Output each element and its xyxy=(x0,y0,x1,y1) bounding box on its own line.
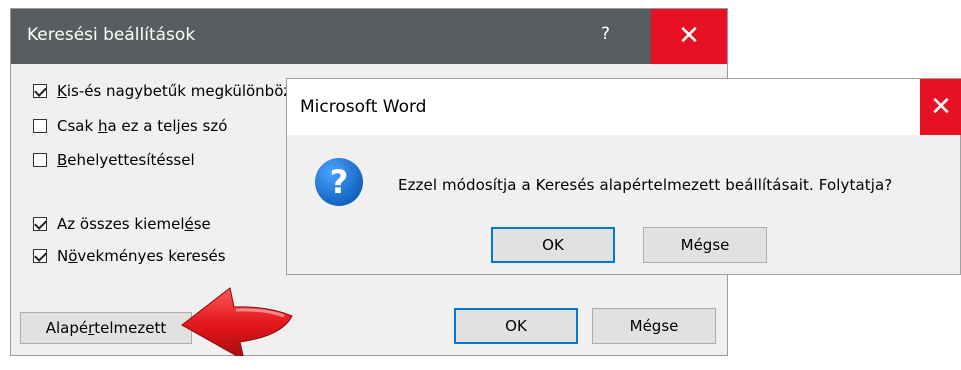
option-label: Növekményes keresés xyxy=(57,247,226,265)
incremental-search-checkbox[interactable] xyxy=(33,249,47,263)
option-label: Behelyettesítéssel xyxy=(57,151,195,169)
close-icon: ✕ xyxy=(930,92,952,122)
match-case-checkbox[interactable] xyxy=(33,84,47,98)
option-whole-word[interactable]: Csak ha ez a teljes szó xyxy=(33,115,227,137)
question-icon: ? xyxy=(315,158,363,206)
word-message-dialog: Microsoft Word ✕ ? Ezzel módosítja a Ker… xyxy=(286,78,961,275)
close-icon: ✕ xyxy=(678,21,700,51)
option-highlight-all[interactable]: Az összes kiemelése xyxy=(33,213,211,235)
help-button[interactable]: ? xyxy=(601,24,610,44)
whole-word-checkbox[interactable] xyxy=(33,119,47,133)
search-cancel-button[interactable]: Mégse xyxy=(592,308,716,344)
option-incremental-search[interactable]: Növekményes keresés xyxy=(33,245,226,267)
message-dialog-close-button[interactable]: ✕ xyxy=(920,79,961,135)
option-label: Az összes kiemelése xyxy=(57,215,211,233)
search-dialog-title: Keresési beállítások xyxy=(27,25,196,45)
message-ok-button[interactable]: OK xyxy=(491,227,615,263)
message-dialog-titlebar: Microsoft Word ✕ xyxy=(287,79,961,135)
option-label: Csak ha ez a teljes szó xyxy=(57,117,228,135)
highlight-all-checkbox[interactable] xyxy=(33,217,47,231)
search-dialog-titlebar: Keresési beállítások ? ✕ xyxy=(11,9,727,64)
message-text: Ezzel módosítja a Keresés alapértelmezet… xyxy=(398,176,893,194)
set-default-button[interactable]: Alapértelmezett xyxy=(20,312,192,344)
message-cancel-button[interactable]: Mégse xyxy=(643,227,767,263)
wildcards-checkbox[interactable] xyxy=(33,153,47,167)
search-dialog-close-button[interactable]: ✕ xyxy=(651,9,727,64)
option-wildcards[interactable]: Behelyettesítéssel xyxy=(33,149,195,171)
search-ok-button[interactable]: OK xyxy=(454,308,578,344)
red-arrow-pointer xyxy=(181,287,293,356)
message-dialog-title: Microsoft Word xyxy=(300,97,427,117)
